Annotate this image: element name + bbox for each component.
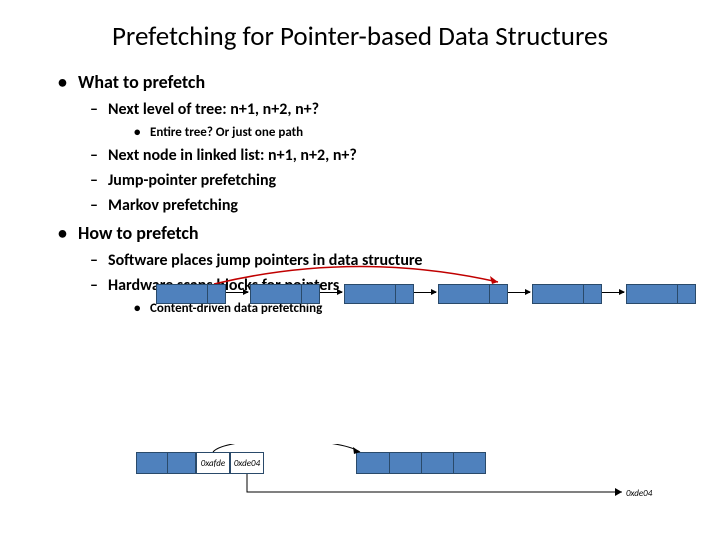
list-node xyxy=(438,284,508,304)
memory-block-left xyxy=(136,452,196,474)
bullet-software-jump-pointers: Software places jump pointers in data st… xyxy=(50,248,700,273)
bullet-next-node-list: Next node in linked list: n+1, n+2, n+? xyxy=(50,143,700,168)
next-arrow xyxy=(414,292,436,293)
bullet-what-to-prefetch: What to prefetch xyxy=(50,67,700,97)
linked-list-diagram xyxy=(156,278,696,308)
bullet-jump-pointer: Jump-pointer prefetching xyxy=(50,168,700,193)
next-arrow xyxy=(226,292,248,293)
bullet-next-level-tree: Next level of tree: n+1, n+2, n+? xyxy=(50,97,700,122)
slide-title: Prefetching for Pointer-based Data Struc… xyxy=(0,0,720,67)
list-node xyxy=(344,284,414,304)
next-arrow xyxy=(602,292,624,293)
list-node xyxy=(250,284,320,304)
memory-scan-diagram: 0xafde 0xde04 0xde04 xyxy=(136,444,696,524)
list-node xyxy=(626,284,696,304)
next-arrow xyxy=(508,292,530,293)
pointer-cell: 0xde04 xyxy=(230,452,264,474)
list-node xyxy=(156,284,226,304)
bullet-entire-tree: Entire tree? Or just one path xyxy=(50,122,700,143)
next-arrow xyxy=(320,292,342,293)
bullet-how-to-prefetch: How to prefetch xyxy=(50,218,700,248)
memory-block-right xyxy=(356,452,486,474)
bullet-markov: Markov prefetching xyxy=(50,193,700,218)
list-node xyxy=(532,284,602,304)
pointer-cell: 0xafde xyxy=(196,452,230,474)
far-address-label: 0xde04 xyxy=(626,488,652,499)
